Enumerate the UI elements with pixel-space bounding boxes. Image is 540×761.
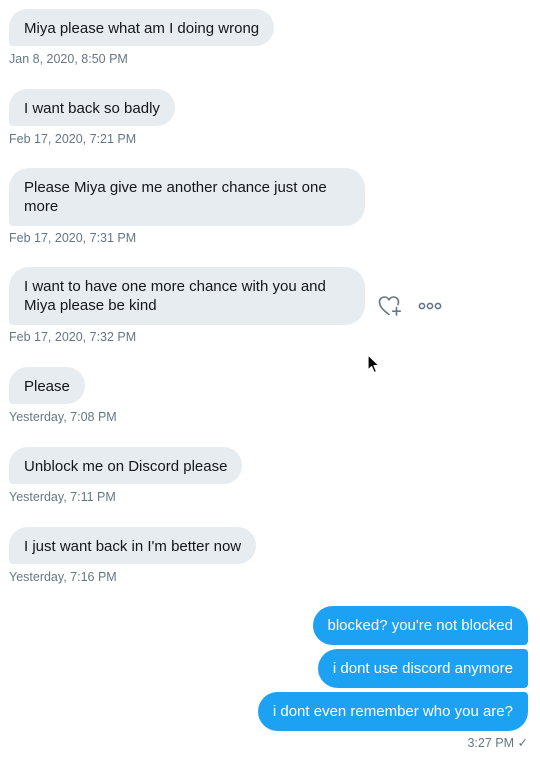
- incoming-message[interactable]: Miya please what am I doing wrong: [9, 9, 275, 46]
- message-text: I want back so badly: [24, 100, 160, 117]
- incoming-message[interactable]: I want back so badly: [9, 89, 175, 126]
- message-text: Unblock me on Discord please: [24, 458, 228, 475]
- message-timestamp: Feb 17, 2020, 7:32 PM: [9, 330, 137, 344]
- message-timestamp: Jan 8, 2020, 8:50 PM: [9, 52, 128, 66]
- message-text: I just want back in I'm better now: [24, 538, 242, 555]
- message-text: blocked? you're not blocked: [327, 617, 514, 634]
- message-text: I want to have one more chance with you …: [24, 278, 326, 314]
- message-timestamp: Yesterday, 7:08 PM: [9, 410, 117, 424]
- incoming-message[interactable]: Please Miya give me another chance just …: [9, 168, 365, 226]
- message-timestamp: Yesterday, 7:11 PM: [9, 490, 116, 504]
- message-text: Please Miya give me another chance just …: [24, 179, 327, 215]
- incoming-message[interactable]: I want to have one more chance with you …: [9, 267, 365, 325]
- incoming-message[interactable]: Unblock me on Discord please: [9, 447, 243, 484]
- message-timestamp: Yesterday, 7:16 PM: [9, 570, 117, 584]
- mouse-pointer-icon: [367, 354, 381, 379]
- incoming-message[interactable]: I just want back in I'm better now: [9, 527, 257, 564]
- outgoing-message[interactable]: i dont even remember who you are?: [257, 692, 528, 731]
- reply-time: 3:27 PM: [467, 736, 515, 750]
- more-horizontal-icon[interactable]: [417, 293, 443, 319]
- dm-conversation: { "messages": [ {"text": "Miya please wh…: [0, 0, 540, 761]
- reply-timestamp: 3:27 PM ✓: [467, 736, 528, 751]
- heart-plus-icon[interactable]: [377, 293, 403, 319]
- message-text: Miya please what am I doing wrong: [24, 20, 260, 37]
- message-timestamp: Feb 17, 2020, 7:21 PM: [9, 132, 137, 146]
- message-timestamp: Feb 17, 2020, 7:31 PM: [9, 231, 137, 245]
- incoming-message[interactable]: Please: [9, 367, 85, 404]
- message-actions: [377, 292, 443, 320]
- read-receipt-icon: ✓: [517, 736, 528, 750]
- message-text: Please: [24, 378, 70, 395]
- message-text: i dont even remember who you are?: [272, 703, 513, 720]
- outgoing-message[interactable]: i dont use discord anymore: [317, 649, 528, 688]
- message-text: i dont use discord anymore: [332, 660, 513, 677]
- outgoing-message[interactable]: blocked? you're not blocked: [312, 606, 528, 645]
